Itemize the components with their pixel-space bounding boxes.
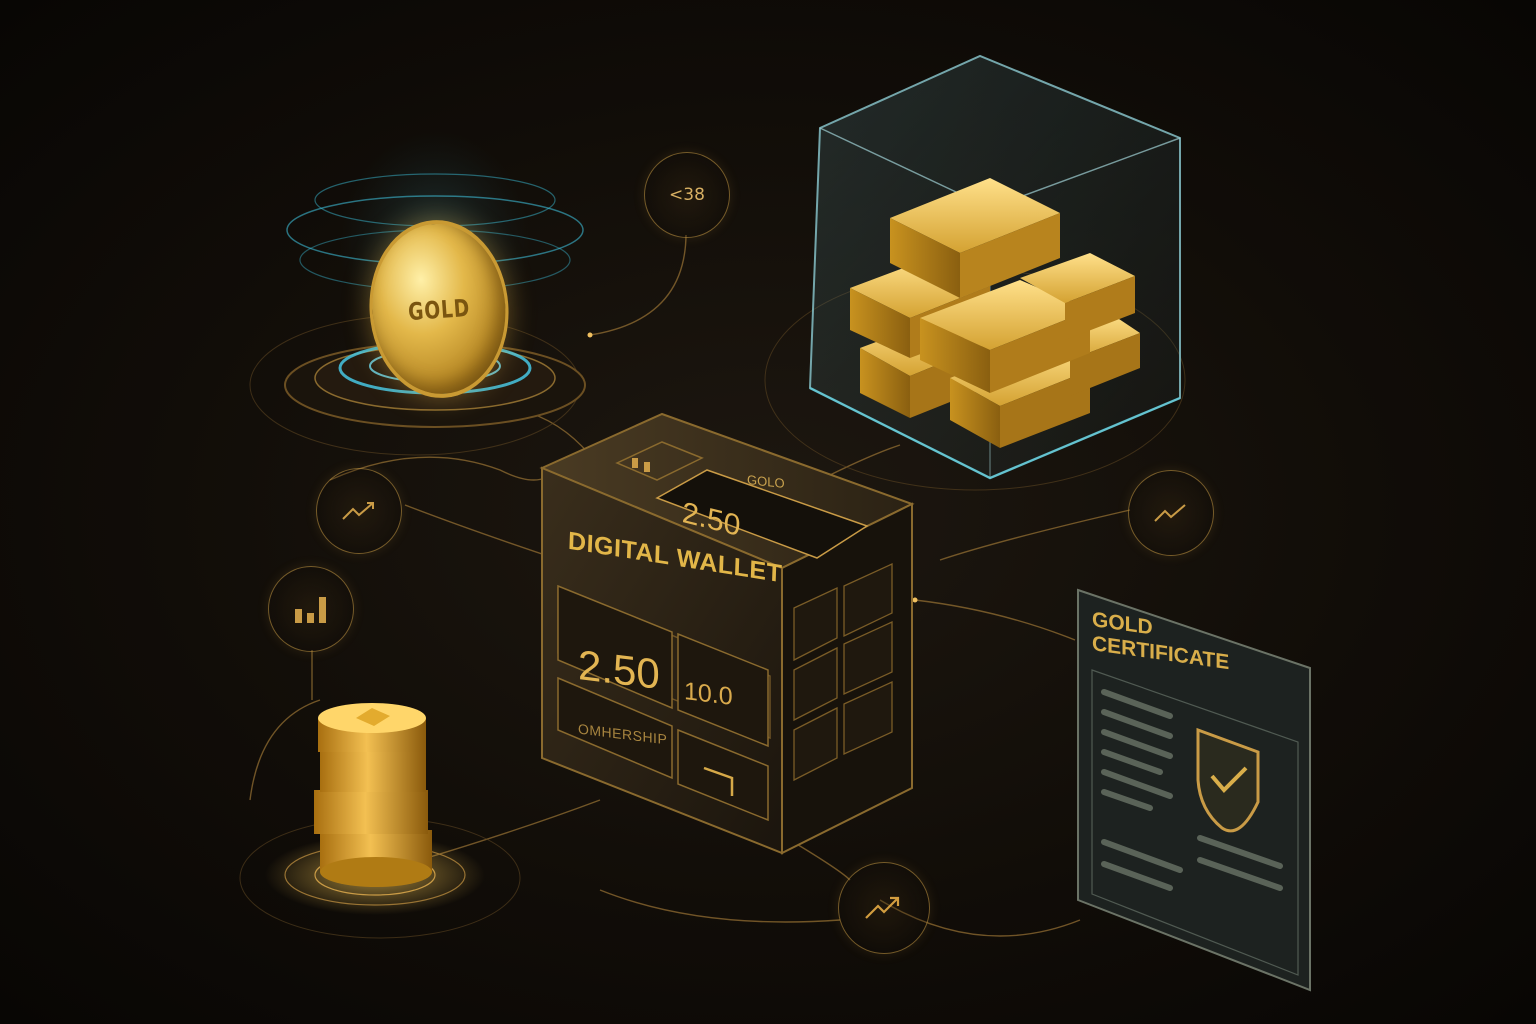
wallet-secondary-value: 10.0 <box>684 677 733 711</box>
counter-badge[interactable]: <38 <box>644 152 730 238</box>
coin-label: GOLD <box>407 293 471 327</box>
trend-badge-bottom[interactable] <box>838 862 930 954</box>
trend-icon <box>342 502 374 520</box>
wallet-amount: 2.50 <box>578 640 660 699</box>
gold-coin-hologram: GOLD <box>240 100 586 440</box>
trend-icon <box>1154 504 1186 522</box>
gold-coin-stack <box>265 703 485 915</box>
bar-chart-icon <box>295 597 326 623</box>
trend-up-icon <box>865 896 900 919</box>
cube-body <box>539 412 915 855</box>
trend-badge-left[interactable] <box>316 468 402 554</box>
bars-badge[interactable] <box>268 566 354 652</box>
digital-wallet-cube: GOLO 2.50 DIGITAL WALLET 2.50 10.0 OMHER… <box>532 408 932 858</box>
counter-badge-text: <38 <box>669 185 705 205</box>
